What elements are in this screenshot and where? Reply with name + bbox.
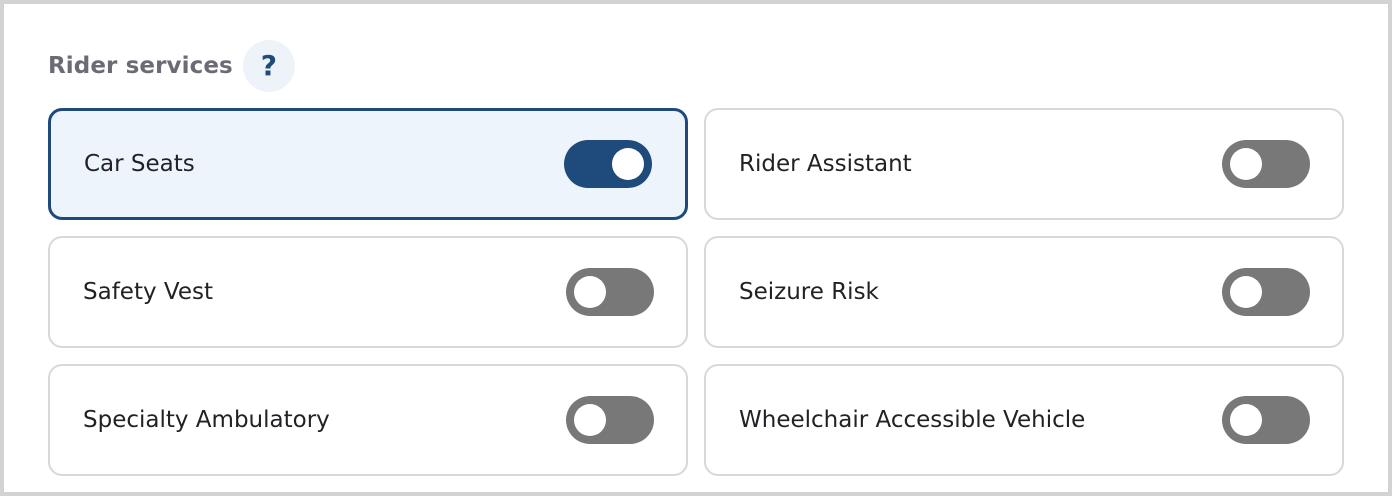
service-card-wheelchair-accessible-vehicle[interactable]: Wheelchair Accessible Vehicle — [704, 364, 1344, 476]
service-card-specialty-ambulatory[interactable]: Specialty Ambulatory — [48, 364, 688, 476]
service-label: Specialty Ambulatory — [83, 407, 330, 433]
toggle-knob — [1230, 148, 1262, 180]
service-toggle[interactable] — [1222, 140, 1310, 188]
service-label: Wheelchair Accessible Vehicle — [739, 407, 1086, 433]
service-card-car-seats[interactable]: Car Seats — [48, 108, 688, 220]
service-toggle[interactable] — [1222, 268, 1310, 316]
service-toggle[interactable] — [566, 396, 654, 444]
service-card-seizure-risk[interactable]: Seizure Risk — [704, 236, 1344, 348]
service-label: Safety Vest — [83, 279, 213, 305]
toggle-knob — [1230, 404, 1262, 436]
help-button[interactable]: ? — [242, 40, 295, 92]
service-toggle[interactable] — [566, 268, 654, 316]
toggle-knob — [612, 148, 644, 180]
service-label: Rider Assistant — [739, 151, 912, 177]
toggle-knob — [1230, 276, 1262, 308]
service-toggle[interactable] — [1222, 396, 1310, 444]
service-label: Seizure Risk — [739, 279, 879, 305]
service-card-safety-vest[interactable]: Safety Vest — [48, 236, 688, 348]
toggle-knob — [574, 276, 606, 308]
service-label: Car Seats — [84, 151, 195, 177]
question-mark-icon: ? — [260, 49, 277, 82]
rider-services-panel: Rider services ? Car Seats Rider Assista… — [0, 0, 1392, 496]
section-title: Rider services — [48, 53, 233, 79]
service-card-rider-assistant[interactable]: Rider Assistant — [704, 108, 1344, 220]
section-header: Rider services ? — [48, 40, 295, 92]
toggle-knob — [574, 404, 606, 436]
service-toggle[interactable] — [564, 140, 652, 188]
